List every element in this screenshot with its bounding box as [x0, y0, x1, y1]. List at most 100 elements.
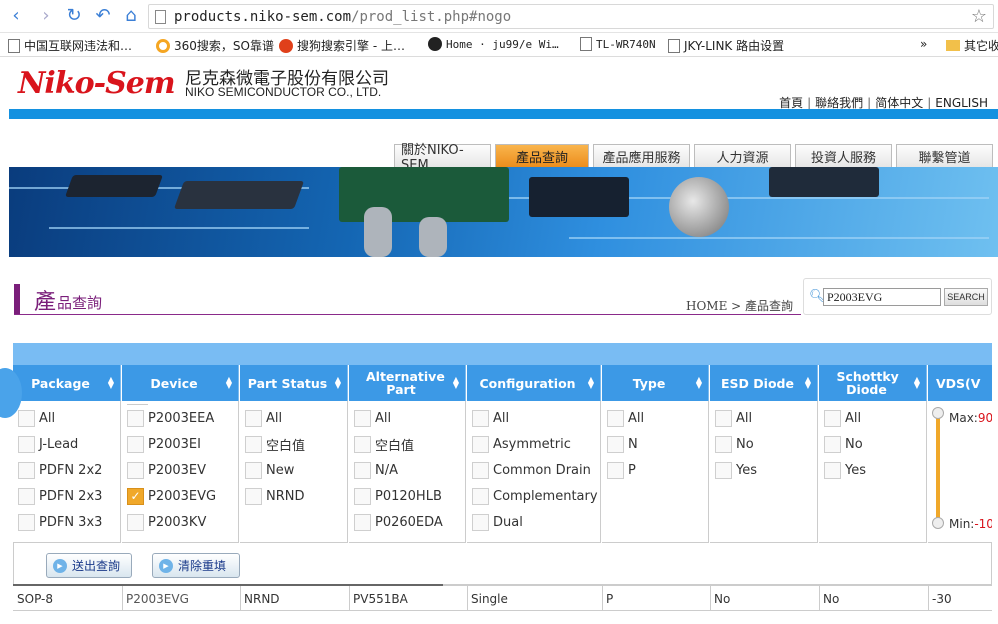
checkbox[interactable] [824, 409, 841, 427]
header-device[interactable]: Device ▲ ▼ [122, 365, 239, 401]
tab-about[interactable]: 關於NIKO-SEM [394, 143, 491, 173]
checkbox[interactable] [245, 435, 262, 453]
checkbox[interactable] [607, 409, 624, 427]
checkbox[interactable] [127, 435, 144, 453]
slider-min-handle[interactable] [932, 517, 944, 529]
header-package[interactable]: Package ▲ ▼ [13, 365, 121, 401]
search-button[interactable]: SEARCH [944, 288, 988, 306]
option-package-pdfn3x3[interactable]: PDFN 3x3 [13, 509, 120, 535]
option-alt[interactable]: N/A [349, 457, 465, 483]
checkbox[interactable] [354, 409, 371, 427]
option-alt[interactable]: 空白值 [349, 431, 465, 457]
option-alt[interactable]: All [349, 405, 465, 431]
reset-button[interactable]: ▶ 清除重填 [152, 553, 240, 578]
submit-query-button[interactable]: ▶ 送出查詢 [46, 553, 132, 578]
checkbox[interactable] [824, 461, 841, 479]
checkbox[interactable] [607, 435, 624, 453]
option-esd[interactable]: All [710, 405, 817, 431]
tab-contact[interactable]: 聯繫管道 [896, 144, 993, 167]
bookmark-star-icon[interactable]: ☆ [971, 6, 987, 27]
other-bookmarks-folder[interactable]: 其它收藏 [946, 37, 998, 54]
option-package-jlead[interactable]: J-Lead [13, 431, 120, 457]
option-package-pdfn2x3[interactable]: PDFN 2x3 [13, 483, 120, 509]
option-alt[interactable]: P0120HLB [349, 483, 465, 509]
option-status[interactable]: All [240, 405, 347, 431]
checkbox[interactable] [607, 461, 624, 479]
niko-sem-logo[interactable]: Niko-Sem [18, 66, 176, 101]
checkbox[interactable] [127, 409, 144, 427]
checkbox[interactable] [245, 409, 262, 427]
bookmark-item[interactable]: Home · ju99/e Wi… [428, 37, 559, 51]
option-schottky[interactable]: Yes [819, 457, 926, 483]
option-config[interactable]: Complementary [467, 483, 600, 509]
search-input[interactable] [823, 288, 941, 306]
checkbox[interactable] [127, 461, 144, 479]
checkbox[interactable] [18, 513, 35, 531]
option-device[interactable]: P2003EI [122, 431, 238, 457]
header-configuration[interactable]: Configuration ▲ ▼ [467, 365, 601, 401]
checkbox[interactable] [472, 487, 489, 505]
checkbox[interactable] [354, 435, 371, 453]
bookmark-item[interactable]: TL-WR740N [580, 37, 656, 51]
option-schottky[interactable]: No [819, 431, 926, 457]
checkbox[interactable] [18, 435, 35, 453]
option-esd[interactable]: Yes [710, 457, 817, 483]
checkbox[interactable] [472, 435, 489, 453]
result-device[interactable]: P2003EVG [126, 592, 189, 606]
option-package-pdfn2x2[interactable]: PDFN 2x2 [13, 457, 120, 483]
option-config[interactable]: Asymmetric [467, 431, 600, 457]
checkbox[interactable] [472, 409, 489, 427]
checkbox[interactable] [824, 435, 841, 453]
header-schottky-diode[interactable]: Schottky Diode ▲ ▼ [819, 365, 927, 401]
option-schottky[interactable]: All [819, 405, 926, 431]
tab-applications[interactable]: 產品應用服務 [593, 144, 690, 167]
bookmark-item[interactable]: JKY-LINK 路由设置 [668, 37, 784, 54]
option-device[interactable]: P2003EV [122, 457, 238, 483]
option-config[interactable]: Common Drain [467, 457, 600, 483]
option-status[interactable]: 空白值 [240, 431, 347, 457]
option-config[interactable]: All [467, 405, 600, 431]
checkbox[interactable] [472, 513, 489, 531]
header-type[interactable]: Type ▲ ▼ [602, 365, 709, 401]
header-esd-diode[interactable]: ESD Diode ▲ ▼ [710, 365, 818, 401]
address-bar[interactable]: products.niko-sem.com/prod_list.php#nogo… [148, 4, 994, 29]
option-type[interactable]: All [602, 405, 708, 431]
option-alt[interactable]: P0260EDA [349, 509, 465, 535]
header-part-status[interactable]: Part Status ▲ ▼ [240, 365, 348, 401]
forward-icon[interactable]: › [36, 6, 56, 26]
checkbox-checked[interactable]: ✓ [127, 487, 144, 505]
checkbox[interactable] [18, 409, 35, 427]
link-english[interactable]: ENGLISH [935, 96, 988, 110]
header-alternative-part[interactable]: Alternative Part ▲ ▼ [349, 365, 466, 401]
tab-hr[interactable]: 人力資源 [694, 144, 791, 167]
refresh-icon[interactable]: ↻ [64, 6, 84, 26]
checkbox[interactable] [715, 409, 732, 427]
checkbox[interactable] [245, 487, 262, 505]
bookmarks-more-button[interactable]: » [920, 37, 927, 51]
option-device-selected[interactable]: ✓ P2003EVG [122, 483, 238, 509]
checkbox[interactable] [245, 461, 262, 479]
option-package-all[interactable]: All [13, 405, 120, 431]
checkbox[interactable] [354, 461, 371, 479]
option-device[interactable]: P2003KV [122, 509, 238, 535]
link-contact[interactable]: 聯絡我們 [815, 96, 863, 110]
checkbox[interactable] [715, 461, 732, 479]
bookmark-item[interactable]: 中国互联网违法和… [8, 37, 132, 54]
option-device[interactable]: P2003EEA [122, 405, 238, 431]
checkbox[interactable] [18, 461, 35, 479]
back-icon[interactable]: ‹ [6, 6, 26, 26]
tab-investors[interactable]: 投資人服務 [795, 144, 892, 167]
home-icon[interactable]: ⌂ [121, 6, 141, 26]
vds-range-slider[interactable] [932, 407, 944, 529]
link-simplified-chinese[interactable]: 简体中文 [875, 96, 923, 110]
checkbox[interactable] [715, 435, 732, 453]
checkbox[interactable] [354, 487, 371, 505]
option-esd[interactable]: No [710, 431, 817, 457]
checkbox[interactable] [472, 461, 489, 479]
checkbox[interactable] [354, 513, 371, 531]
option-config[interactable]: Dual [467, 509, 600, 535]
option-status[interactable]: New [240, 457, 347, 483]
checkbox[interactable] [127, 513, 144, 531]
bookmark-item[interactable]: 搜狗搜索引擎 - 上… [279, 37, 405, 54]
option-type[interactable]: P [602, 457, 708, 483]
